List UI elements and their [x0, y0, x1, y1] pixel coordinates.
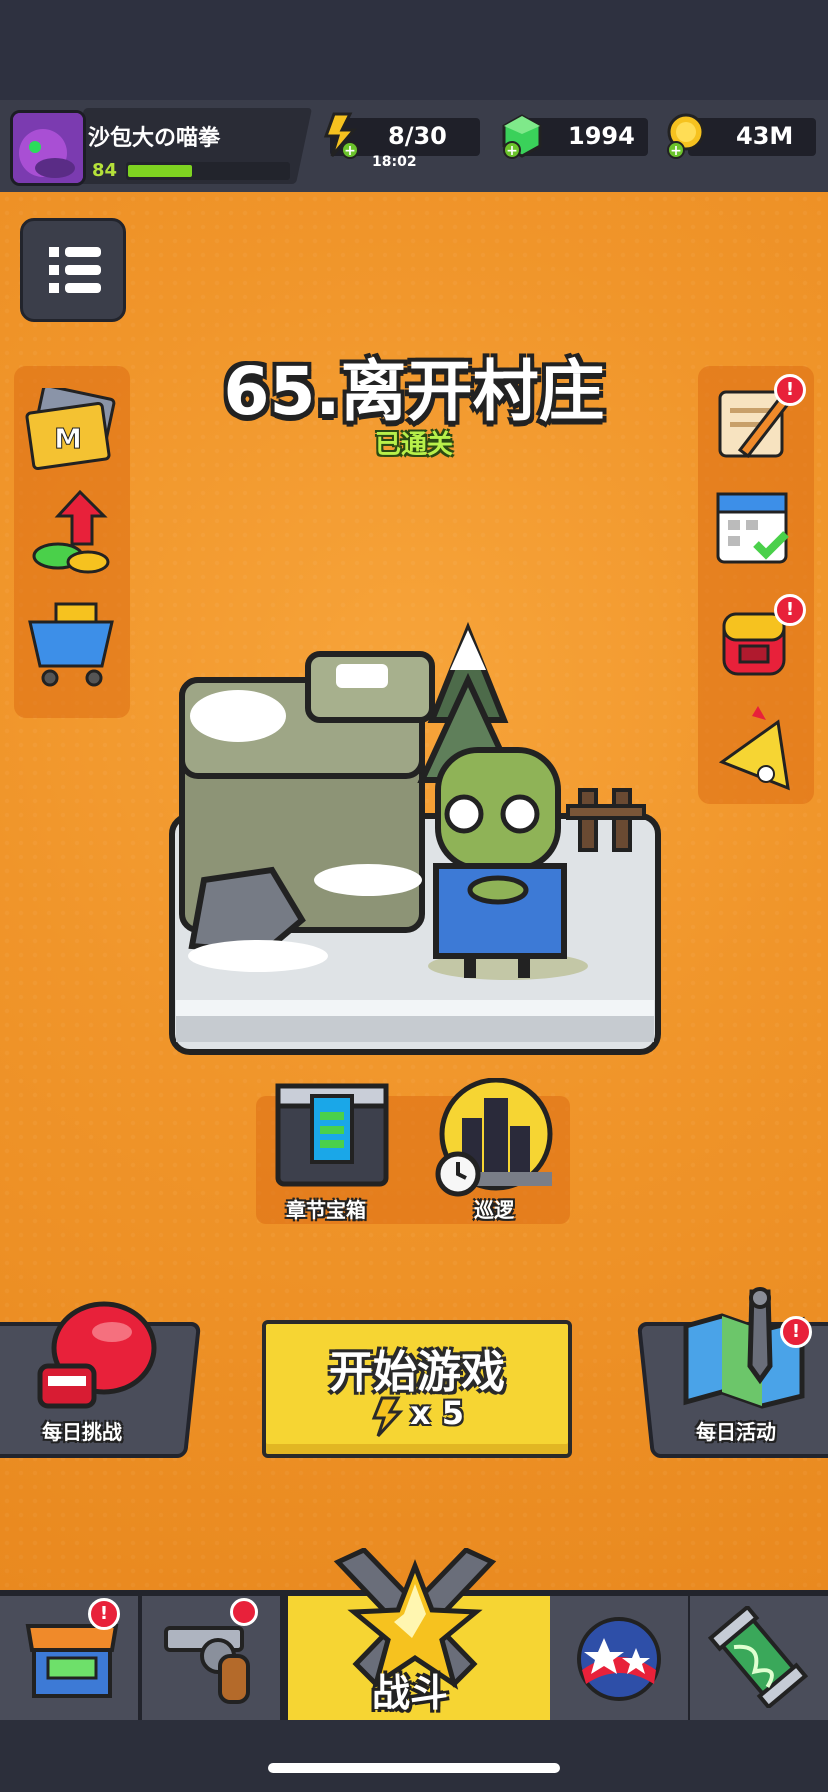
party-horn-icon[interactable] [712, 702, 800, 802]
revolver-icon [164, 1626, 250, 1704]
home-indicator [268, 1763, 560, 1773]
patrol-icon[interactable] [432, 1078, 560, 1202]
avatar-icon [13, 113, 83, 183]
battle-tab-label: 战斗 [372, 1671, 449, 1715]
stage-cleared-status: 已通关 [374, 430, 453, 460]
weapons-alert-badge [230, 1598, 258, 1626]
home-indicator-area [0, 1720, 828, 1792]
status-bar-area [0, 0, 828, 100]
svg-text:+: + [670, 143, 682, 159]
energy-bolt-icon: + [323, 112, 359, 159]
calendar-checkin-icon[interactable] [712, 484, 794, 568]
shop-alert-badge: ! [88, 1598, 120, 1630]
patrol-label: 巡逻 [474, 1198, 514, 1222]
svg-text:+: + [344, 143, 356, 159]
gem-value: 1994 [568, 122, 635, 150]
chapter-chest-label: 章节宝箱 [286, 1198, 366, 1222]
backpack-alert-badge: ! [774, 594, 806, 626]
player-name: 沙包大の喵拳 [88, 126, 221, 151]
player-avatar[interactable] [10, 110, 86, 186]
boxing-glove-icon [37, 1301, 157, 1409]
coin-value: 43M [736, 122, 794, 150]
start-game-cost: x 5 [410, 1394, 465, 1432]
energy-value: 8/30 [388, 122, 447, 150]
player-level: 84 [92, 160, 118, 181]
svg-text:+: + [506, 143, 518, 159]
start-game-label: 开始游戏 [329, 1347, 505, 1398]
daily-activity-alert-badge: ! [780, 1316, 812, 1348]
stage-title: 65.离开村庄 [223, 353, 605, 430]
daily-challenge-label: 每日挑战 [42, 1420, 122, 1444]
daily-activity-label: 每日活动 [696, 1420, 776, 1444]
list-menu-icon [49, 247, 101, 293]
stage-preview-illustration[interactable] [168, 620, 662, 1060]
dna-capsule-icon [708, 1606, 808, 1708]
menu-button[interactable] [20, 218, 126, 322]
shop-cart-icon[interactable] [26, 594, 118, 690]
growth-fund-icon[interactable] [28, 488, 116, 578]
treasure-map-icon [683, 1287, 805, 1409]
coin-icon: + [667, 113, 705, 159]
star-orb-icon [577, 1617, 661, 1701]
energy-timer: 18:02 [372, 154, 417, 170]
chapter-chest-icon[interactable] [274, 1082, 390, 1192]
energy-cost-icon [371, 1396, 404, 1438]
gem-icon: + [502, 114, 542, 159]
xp-bar-fill [128, 165, 192, 177]
